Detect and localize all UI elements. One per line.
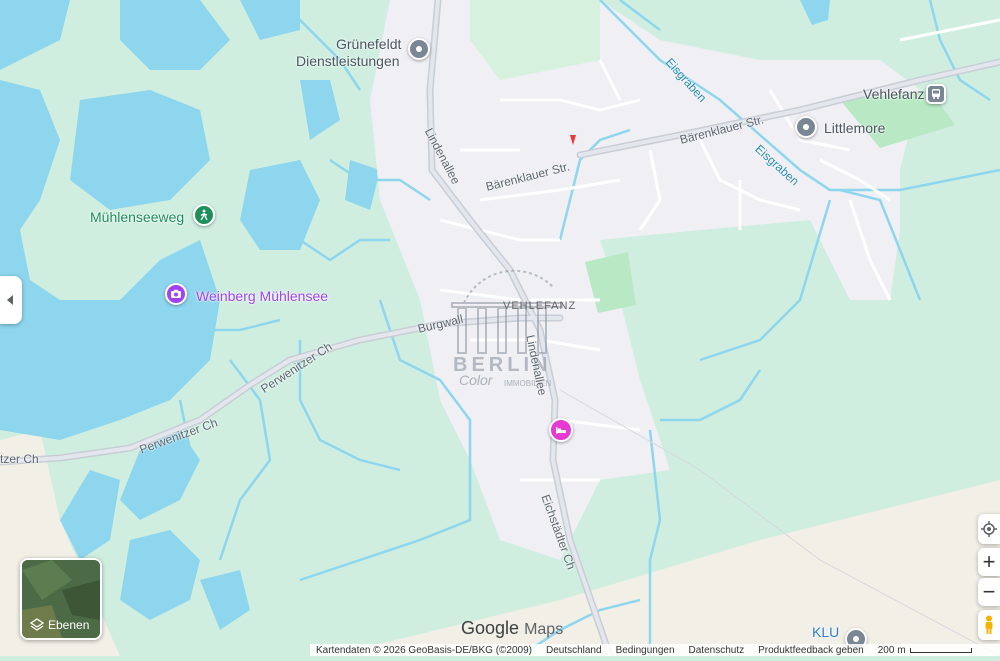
- poi-muehlenseeweg-pin[interactable]: [193, 204, 215, 226]
- watermark-sub1: Color: [459, 372, 493, 388]
- pegman-icon: [985, 615, 993, 634]
- poi-weinberg-label[interactable]: Weinberg Mühlensee: [196, 288, 328, 304]
- place-marker-icon: [803, 124, 809, 130]
- street-label-perwenitzer-3: tzer Ch: [0, 452, 39, 466]
- feedback-link[interactable]: Produktfeedback geben: [758, 645, 864, 656]
- poi-klu-label[interactable]: KLU: [812, 624, 839, 640]
- maps-wordmark: Maps: [524, 621, 564, 638]
- my-location-icon: [981, 521, 997, 537]
- poi-muehlenseeweg-label[interactable]: Mühlenseeweg: [90, 209, 184, 225]
- poi-vehlefanz-label[interactable]: Vehlefanz: [863, 86, 925, 102]
- poi-vehlefanz-station-pin[interactable]: [926, 84, 946, 104]
- bed-icon: [556, 427, 566, 434]
- poi-hotel-pin[interactable]: [549, 418, 573, 442]
- poi-gruenefeldt-pin[interactable]: [408, 38, 430, 60]
- poi-weinberg-pin[interactable]: [165, 283, 187, 305]
- google-wordmark: Google: [461, 618, 520, 638]
- zoom-out-button[interactable]: −: [978, 578, 1000, 606]
- zoom-in-button[interactable]: +: [978, 548, 1000, 576]
- google-maps-logo: Google Maps: [461, 618, 563, 639]
- camera-icon: [171, 289, 181, 298]
- place-marker-icon: [853, 636, 859, 642]
- country-link[interactable]: Deutschland: [546, 645, 602, 656]
- layers-icon: [30, 618, 44, 631]
- hiking-icon: [200, 209, 208, 221]
- scale-label: 200 m: [877, 644, 906, 656]
- poi-gruenefeldt-label[interactable]: Grünefeldt: [336, 36, 401, 53]
- watermark-top: VEHLEFANZ: [503, 300, 577, 312]
- chevron-left-icon: [7, 295, 13, 305]
- layers-button[interactable]: Ebenen: [20, 558, 102, 640]
- privacy-link[interactable]: Datenschutz: [689, 645, 745, 656]
- poi-gruenefeldt-name-1: Grünefeldt: [336, 36, 402, 52]
- poi-littlemore-label[interactable]: Littlemore: [824, 120, 885, 136]
- scale-bar[interactable]: 200 m: [878, 645, 972, 656]
- collapse-side-panel-button[interactable]: [0, 276, 22, 324]
- my-location-button[interactable]: [978, 514, 1000, 544]
- terms-link[interactable]: Bedingungen: [616, 645, 675, 656]
- scale-ruler: [909, 647, 972, 653]
- bus-icon: [932, 89, 940, 99]
- place-marker-icon: [416, 46, 422, 52]
- attribution-bar: Kartendaten © 2026 GeoBasis-DE/BKG (©200…: [310, 644, 1000, 656]
- copyright-text: Kartendaten © 2026 GeoBasis-DE/BKG (©200…: [316, 644, 532, 656]
- layers-label: Ebenen: [48, 618, 90, 632]
- poi-gruenefeldt-name-2: Dienstleistungen: [296, 53, 400, 69]
- poi-littlemore-pin[interactable]: [795, 116, 817, 138]
- street-view-pegman[interactable]: [978, 610, 1000, 640]
